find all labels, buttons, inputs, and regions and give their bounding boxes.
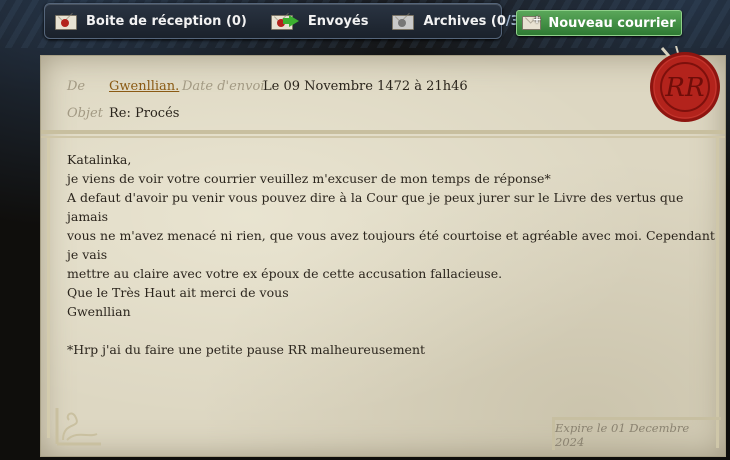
subject-label: Objet	[67, 106, 103, 121]
message-parchment: De Gwenllian. Date d'envoi Le 09 Novembr…	[40, 55, 726, 457]
new-mail-button[interactable]: + Nouveau courrier	[516, 10, 682, 36]
inbox-envelope-icon	[55, 13, 77, 30]
message-body: Katalinka, je viens de voir votre courri…	[67, 152, 715, 357]
expiry-text: Expire le 01 Decembre 2024	[555, 421, 690, 449]
subject-value: Re: Procés	[109, 106, 180, 121]
tab-sent[interactable]: Envoyés	[257, 4, 379, 38]
mail-tab-bar: Boite de réception (0) Envoyés Archives …	[44, 3, 535, 39]
new-mail-label: Nouveau courrier	[548, 15, 676, 31]
date-value: Le 09 Novembre 1472 à 21h46	[263, 79, 468, 94]
tab-inbox-label: Boite de réception (0)	[86, 13, 247, 29]
corner-flourish-icon	[55, 408, 101, 446]
date-label: Date d'envoi	[182, 79, 265, 94]
left-border	[47, 138, 50, 438]
sender-link[interactable]: Gwenllian.	[109, 79, 179, 94]
tab-sent-label: Envoyés	[307, 13, 369, 29]
new-mail-icon: +	[522, 13, 542, 30]
sent-envelope-icon	[270, 13, 299, 30]
tab-inbox[interactable]: Boite de réception (0)	[45, 4, 257, 38]
seal-letters: RR	[664, 73, 704, 103]
message-header: De Gwenllian. Date d'envoi Le 09 Novembr…	[41, 56, 725, 138]
wax-seal-icon: RR	[650, 46, 720, 122]
from-label: De	[67, 79, 86, 94]
archive-envelope-icon	[392, 13, 415, 30]
expiry-box: Expire le 01 Decembre 2024	[552, 417, 721, 450]
